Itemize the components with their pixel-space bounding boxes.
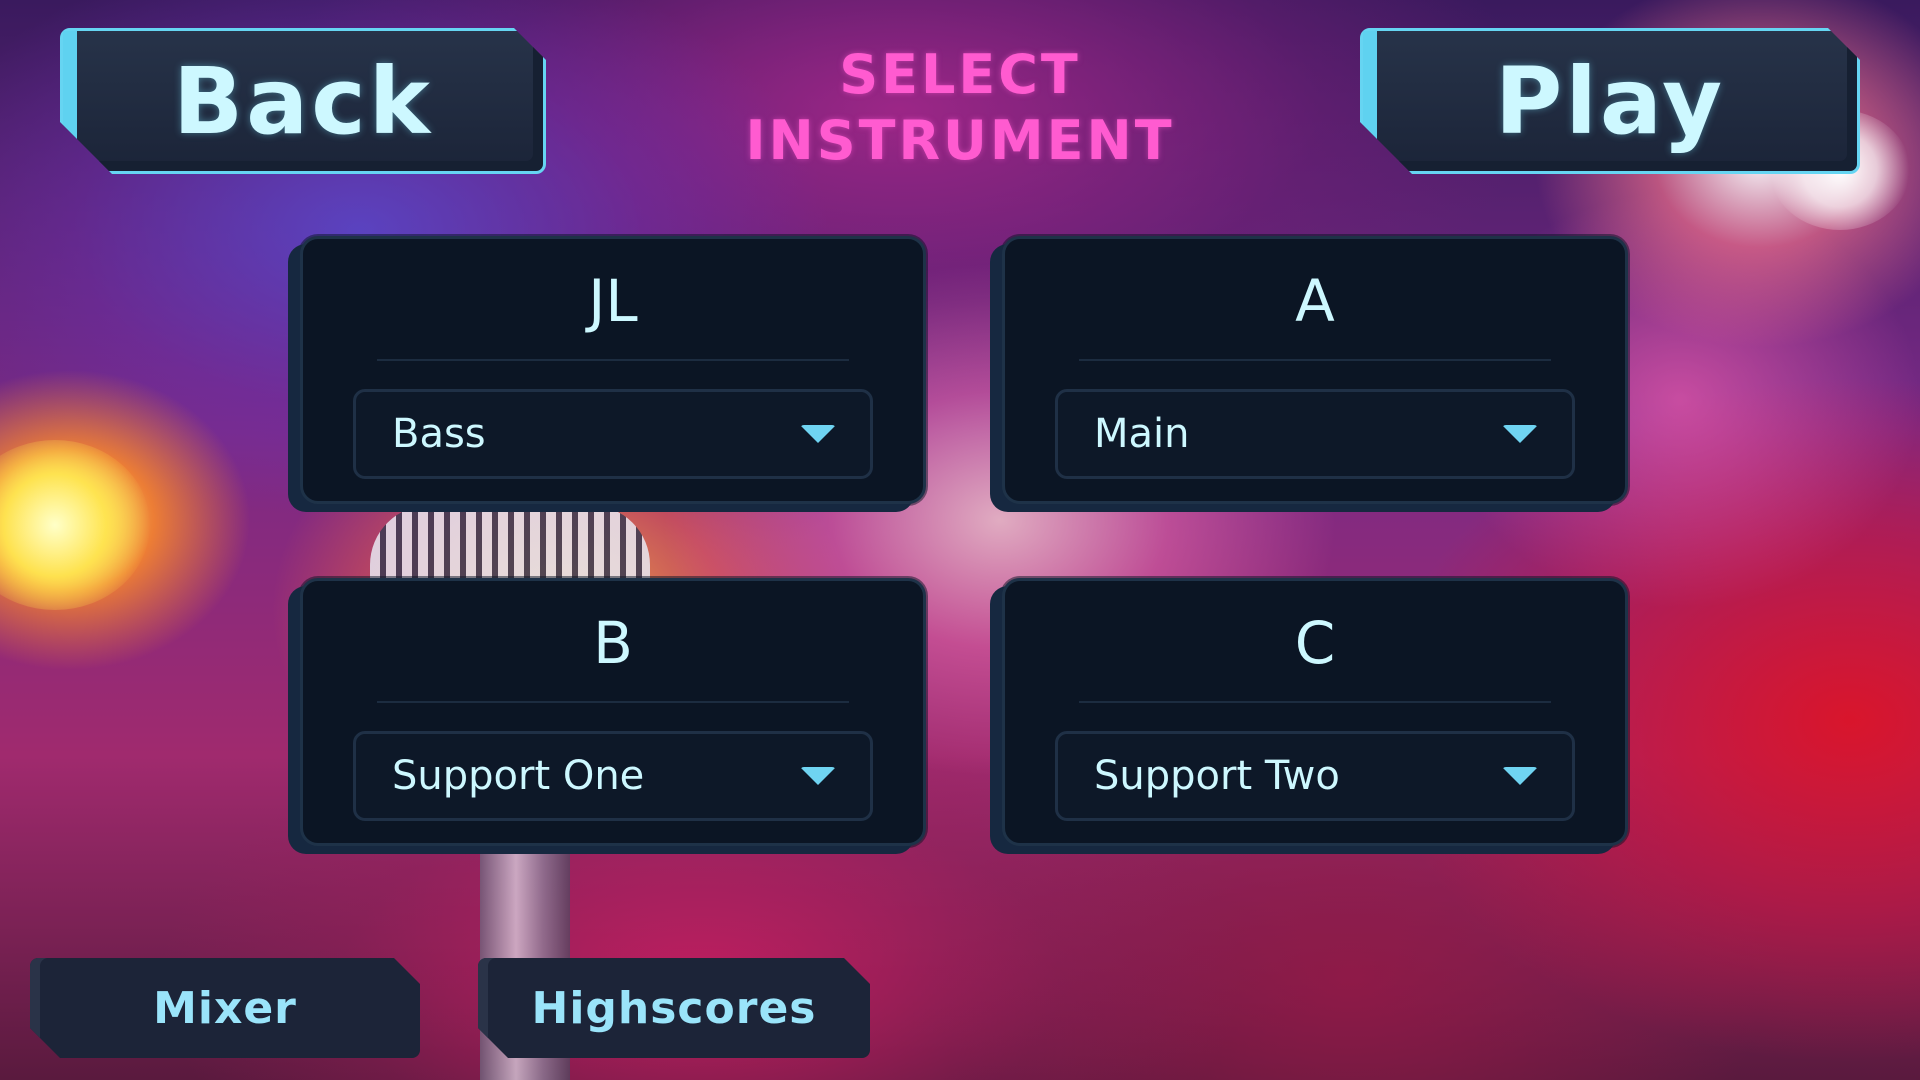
card-divider bbox=[1079, 359, 1551, 361]
highscores-button[interactable]: Highscores bbox=[478, 958, 870, 1058]
card-divider bbox=[1079, 701, 1551, 703]
player-card-a: A Main bbox=[1002, 236, 1628, 504]
instrument-dropdown[interactable]: Support One bbox=[353, 731, 873, 821]
page-title-line2: INSTRUMENT bbox=[745, 109, 1175, 172]
mixer-button-label: Mixer bbox=[153, 982, 297, 1034]
player-name: B bbox=[593, 609, 633, 677]
instrument-dropdown[interactable]: Bass bbox=[353, 389, 873, 479]
chevron-down-icon bbox=[800, 767, 836, 785]
card-divider bbox=[377, 359, 849, 361]
page-title: SELECT INSTRUMENT bbox=[660, 42, 1260, 174]
page-title-line1: SELECT bbox=[839, 43, 1081, 106]
player-card-jl: JL Bass bbox=[300, 236, 926, 504]
instrument-dropdown-value: Support One bbox=[392, 753, 645, 799]
chevron-down-icon bbox=[1502, 767, 1538, 785]
instrument-dropdown-value: Main bbox=[1094, 411, 1190, 457]
card-divider bbox=[377, 701, 849, 703]
chevron-down-icon bbox=[800, 425, 836, 443]
highscores-button-label: Highscores bbox=[531, 982, 817, 1034]
player-name: C bbox=[1294, 609, 1336, 677]
player-name: A bbox=[1295, 267, 1335, 335]
instrument-dropdown[interactable]: Main bbox=[1055, 389, 1575, 479]
play-button[interactable]: Play bbox=[1360, 28, 1860, 174]
chevron-down-icon bbox=[1502, 425, 1538, 443]
mixer-button[interactable]: Mixer bbox=[30, 958, 420, 1058]
play-button-label: Play bbox=[1494, 47, 1726, 155]
player-card-c: C Support Two bbox=[1002, 578, 1628, 846]
back-button-label: Back bbox=[173, 47, 433, 155]
back-button[interactable]: Back bbox=[60, 28, 546, 174]
instrument-dropdown-value: Bass bbox=[392, 411, 486, 457]
instrument-select-screen: Back SELECT INSTRUMENT Play JL Bass A Ma… bbox=[0, 0, 1920, 1080]
instrument-dropdown-value: Support Two bbox=[1094, 753, 1340, 799]
player-name: JL bbox=[588, 267, 638, 335]
player-card-b: B Support One bbox=[300, 578, 926, 846]
instrument-dropdown[interactable]: Support Two bbox=[1055, 731, 1575, 821]
